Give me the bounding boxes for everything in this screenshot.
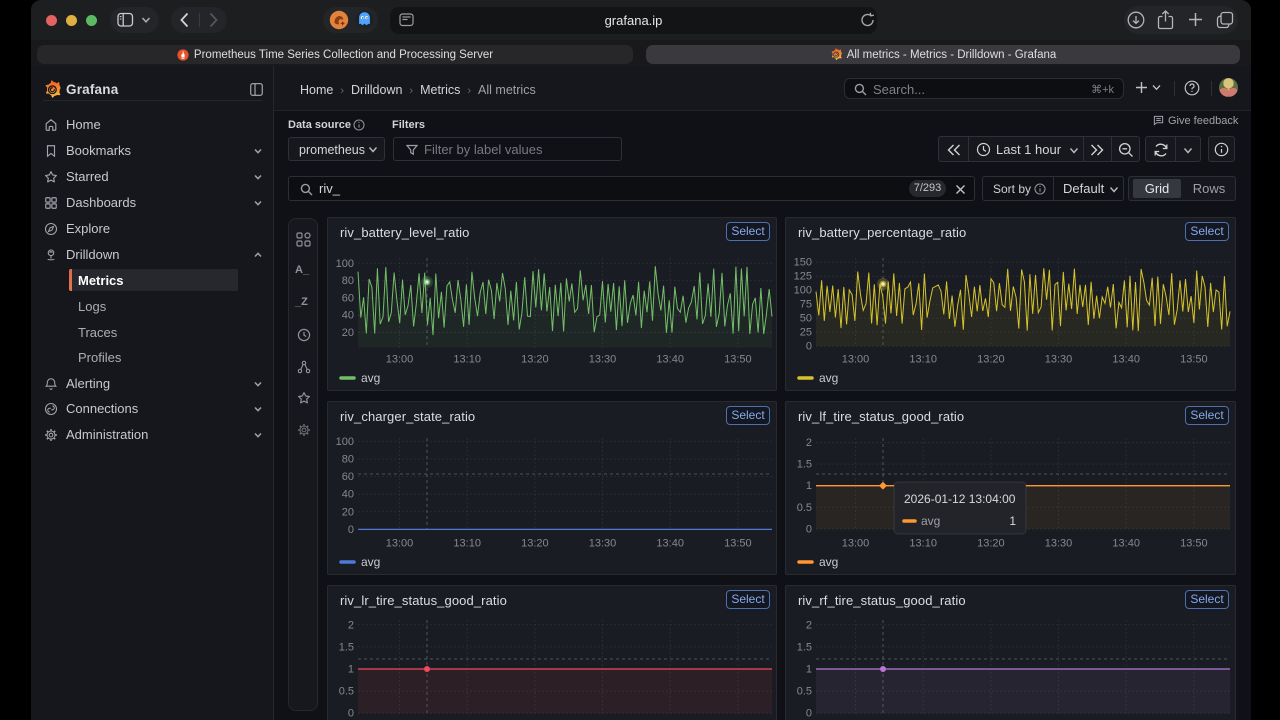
svg-text:50: 50 xyxy=(800,313,812,325)
svg-text:13:50: 13:50 xyxy=(1180,538,1208,550)
svg-text:20: 20 xyxy=(342,327,354,339)
svg-text:13:10: 13:10 xyxy=(909,354,937,366)
svg-text:13:10: 13:10 xyxy=(453,354,481,366)
svg-text:13:30: 13:30 xyxy=(589,538,617,550)
svg-text:0: 0 xyxy=(806,524,812,536)
svg-text:100: 100 xyxy=(794,285,812,297)
svg-text:1: 1 xyxy=(348,664,354,676)
svg-text:1.5: 1.5 xyxy=(797,459,812,471)
svg-text:2: 2 xyxy=(348,619,354,631)
svg-text:0: 0 xyxy=(348,524,354,536)
svg-text:13:20: 13:20 xyxy=(521,538,549,550)
svg-text:0: 0 xyxy=(806,341,812,353)
svg-text:13:00: 13:00 xyxy=(386,354,414,366)
svg-text:avg: avg xyxy=(819,371,838,385)
svg-text:avg: avg xyxy=(361,555,380,569)
svg-text:0.5: 0.5 xyxy=(797,502,812,514)
svg-text:13:40: 13:40 xyxy=(1112,538,1140,550)
svg-text:2026-01-12 13:04:00: 2026-01-12 13:04:00 xyxy=(904,492,1016,506)
svg-text:13:30: 13:30 xyxy=(1045,354,1073,366)
svg-text:25: 25 xyxy=(800,327,812,339)
svg-text:60: 60 xyxy=(342,471,354,483)
svg-text:100: 100 xyxy=(336,436,354,448)
svg-text:13:00: 13:00 xyxy=(842,538,870,550)
svg-text:13:40: 13:40 xyxy=(656,354,684,366)
svg-text:1.5: 1.5 xyxy=(339,641,354,653)
svg-text:13:40: 13:40 xyxy=(1112,354,1140,366)
svg-text:80: 80 xyxy=(342,275,354,287)
svg-text:avg: avg xyxy=(819,555,838,569)
svg-text:13:10: 13:10 xyxy=(909,538,937,550)
svg-text:13:30: 13:30 xyxy=(589,354,617,366)
svg-text:40: 40 xyxy=(342,310,354,322)
svg-text:13:00: 13:00 xyxy=(842,354,870,366)
svg-text:1.5: 1.5 xyxy=(797,641,812,653)
svg-text:0.5: 0.5 xyxy=(339,686,354,698)
svg-text:40: 40 xyxy=(342,489,354,501)
svg-text:60: 60 xyxy=(342,292,354,304)
svg-text:0.5: 0.5 xyxy=(797,686,812,698)
svg-text:13:50: 13:50 xyxy=(724,538,752,550)
svg-text:13:30: 13:30 xyxy=(1045,538,1073,550)
svg-text:125: 125 xyxy=(794,271,812,283)
svg-text:13:40: 13:40 xyxy=(656,538,684,550)
svg-text:20: 20 xyxy=(342,506,354,518)
svg-text:0: 0 xyxy=(806,708,812,720)
svg-text:13:00: 13:00 xyxy=(386,538,414,550)
svg-text:2: 2 xyxy=(806,437,812,449)
svg-text:1: 1 xyxy=(806,480,812,492)
svg-text:0: 0 xyxy=(348,708,354,720)
svg-text:13:50: 13:50 xyxy=(1180,354,1208,366)
svg-text:13:20: 13:20 xyxy=(977,354,1005,366)
svg-text:13:10: 13:10 xyxy=(453,538,481,550)
svg-text:80: 80 xyxy=(342,454,354,466)
svg-text:13:50: 13:50 xyxy=(724,354,752,366)
svg-text:150: 150 xyxy=(794,257,812,269)
svg-text:13:20: 13:20 xyxy=(977,538,1005,550)
svg-text:2: 2 xyxy=(806,619,812,631)
svg-text:100: 100 xyxy=(336,258,354,270)
svg-text:13:20: 13:20 xyxy=(521,354,549,366)
svg-text:1: 1 xyxy=(1009,514,1016,528)
svg-text:avg: avg xyxy=(921,514,940,528)
svg-text:avg: avg xyxy=(361,371,380,385)
svg-text:1: 1 xyxy=(806,664,812,676)
svg-text:75: 75 xyxy=(800,299,812,311)
